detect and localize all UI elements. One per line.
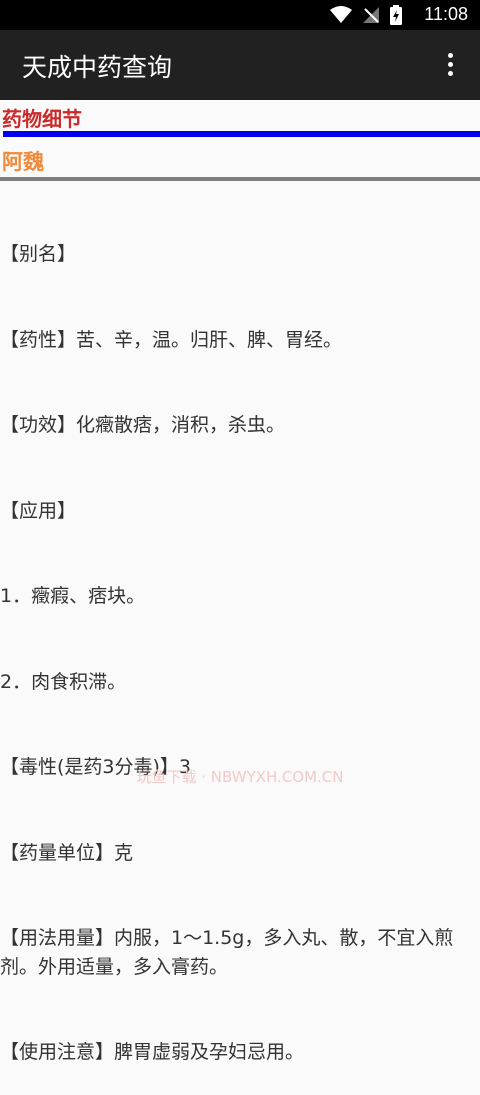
app-bar: 天成中药查询 (0, 30, 480, 100)
detail-line-alias: 【别名】 (0, 243, 77, 265)
section-divider (3, 131, 480, 137)
wifi-icon (330, 6, 352, 23)
detail-line-application-1: 1．癥瘕、痞块。 (0, 585, 146, 607)
detail-line-caution: 【使用注意】脾胃虚弱及孕妇忌用。 (0, 1041, 305, 1063)
detail-line-usage: 【用法用量】内服，1～1.5g，多入丸、散，不宜入煎剂。外用适量，多入膏药。 (0, 927, 454, 978)
detail-line-dosage-unit: 【药量单位】克 (0, 841, 134, 864)
herb-details: 【别名】 【药性】苦、辛，温。归肝、脾、胃经。 【功效】化癥散痞，消积，杀虫。 … (0, 183, 476, 1095)
watermark: 玩鱼下载 · NBWYXH.COM.CN (136, 768, 344, 786)
detail-line-property: 【药性】苦、辛，温。归肝、脾、胃经。 (0, 328, 343, 351)
status-time: 11:08 (424, 4, 468, 24)
detail-line-application-2: 2．肉食积滞。 (0, 670, 127, 693)
status-bar: 11:08 (0, 0, 480, 30)
detail-line-application: 【应用】 (0, 499, 77, 522)
no-signal-icon (363, 7, 379, 23)
herb-divider (0, 177, 480, 181)
detail-line-efficacy: 【功效】化癥散痞，消积，杀虫。 (0, 414, 286, 436)
section-title: 药物细节 (2, 107, 82, 131)
herb-name: 阿魏 (2, 150, 44, 174)
app-title: 天成中药查询 (22, 53, 173, 82)
overflow-menu-icon[interactable] (438, 50, 462, 80)
battery-charging-icon (390, 5, 402, 25)
status-icons (330, 5, 402, 25)
